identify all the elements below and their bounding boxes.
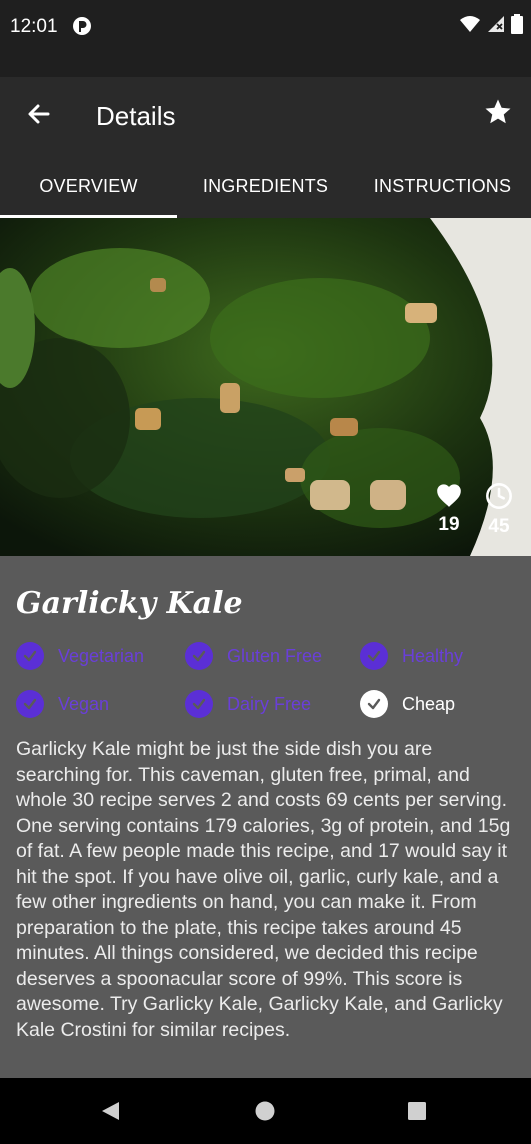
tag-vegan: Vegan [16, 688, 109, 720]
check-icon [360, 690, 388, 718]
recipe-title: Garlicky Kale [16, 586, 243, 621]
minutes-count: 45 [488, 516, 510, 537]
tab-bar: OVERVIEW INGREDIENTS INSTRUCTIONS [0, 155, 531, 218]
back-button[interactable] [20, 97, 56, 133]
app-bar: Details [0, 77, 531, 155]
tab-ingredients[interactable]: INGREDIENTS [177, 155, 354, 218]
recipe-stats: 19 45 [431, 482, 517, 538]
battery-icon [511, 14, 523, 39]
tag-label: Gluten Free [227, 645, 323, 666]
system-nav-bar [0, 1078, 531, 1144]
nav-home-button[interactable] [254, 1100, 276, 1122]
check-icon [360, 642, 388, 670]
check-icon [185, 690, 213, 718]
recipe-image: 19 45 [0, 218, 531, 556]
likes-count: 19 [438, 514, 460, 535]
likes-stat: 19 [431, 482, 467, 538]
clock-icon [486, 483, 512, 509]
triangle-back-icon [102, 1102, 119, 1120]
tag-label: Healthy [402, 645, 464, 666]
tab-overview[interactable]: OVERVIEW [0, 155, 177, 218]
nav-recents-button[interactable] [406, 1100, 428, 1122]
time-stat: 45 [481, 482, 517, 538]
page-title: Details [96, 101, 176, 131]
recipe-summary: Garlicky Kale might be just the side dis… [16, 738, 511, 1041]
status-time: 12:01 [10, 16, 58, 37]
check-icon [16, 642, 44, 670]
tab-instructions[interactable]: INSTRUCTIONS [354, 155, 531, 218]
wifi-icon [459, 15, 481, 38]
arrow-left-icon [28, 104, 50, 124]
tag-label: Vegan [58, 693, 110, 714]
tag-label: Dairy Free [227, 693, 312, 714]
signal-icon [487, 15, 505, 38]
app-notification-icon [72, 16, 92, 36]
heart-icon [437, 484, 461, 507]
check-icon [185, 642, 213, 670]
circle-home-icon [255, 1101, 275, 1121]
tag-cheap: Cheap [360, 688, 455, 720]
recipe-overview: Garlicky Kale Vegetarian Gluten Free Hea… [0, 556, 531, 1078]
check-icon [16, 690, 44, 718]
status-bar: 12:01 [0, 0, 531, 77]
tag-dairy-free: Dairy Free [185, 688, 311, 720]
tag-label: Cheap [402, 693, 456, 714]
tag-healthy: Healthy [360, 640, 463, 672]
star-icon [485, 99, 511, 124]
square-recents-icon [408, 1102, 426, 1120]
tag-gluten-free: Gluten Free [185, 640, 322, 672]
tag-label: Vegetarian [58, 645, 145, 666]
favorite-button[interactable] [483, 97, 513, 127]
nav-back-button[interactable] [99, 1100, 121, 1122]
tag-vegetarian: Vegetarian [16, 640, 144, 672]
